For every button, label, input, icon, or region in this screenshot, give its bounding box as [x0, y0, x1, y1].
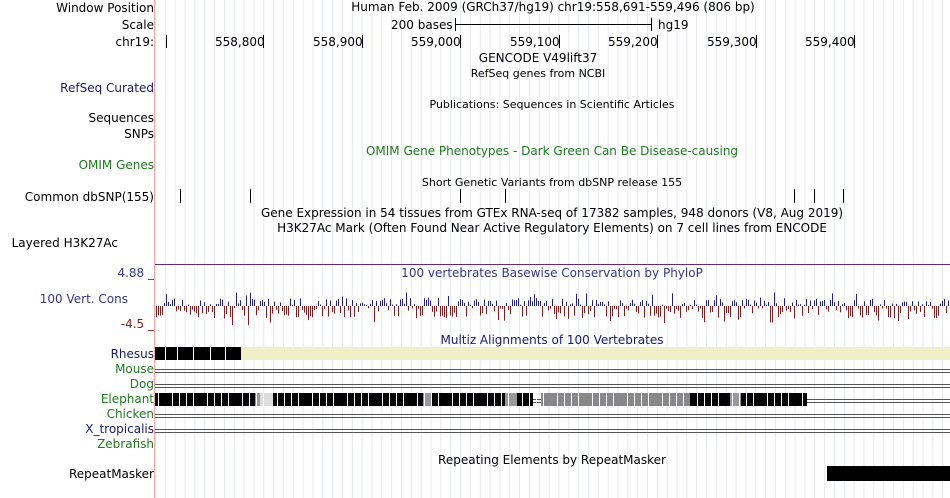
elephant-aligned-block — [690, 393, 730, 406]
elephant-aligned-block — [255, 393, 260, 406]
ruler-tick-label: 559,100 — [510, 35, 560, 49]
gtex-track-title[interactable]: Gene Expression in 54 tissues from GTEx … — [261, 207, 843, 220]
track-label-panel: Window Position Scale chr19: RefSeq Cura… — [0, 0, 154, 498]
sequences-track-label[interactable]: Sequences — [89, 111, 154, 125]
ruler-tick-label: 559,300 — [707, 35, 757, 49]
repeat-element-block — [827, 466, 950, 481]
phylop-track-label[interactable]: 100 Vert. Cons — [40, 292, 128, 306]
repeatmasker-track-title[interactable]: Repeating Elements by RepeatMasker — [438, 454, 666, 467]
phylop-track-title[interactable]: 100 vertebrates Basewise Conservation by… — [401, 267, 703, 280]
assembly-position-text: Human Feb. 2009 (GRCh37/hg19) chr19:558,… — [351, 0, 755, 14]
elephant-aligned-block — [541, 393, 690, 406]
scale-db-text: hg19 — [658, 18, 689, 32]
elephant-aligned-block — [517, 393, 533, 406]
elephant-aligned-block — [767, 393, 807, 406]
dbsnp-track-label[interactable]: Common dbSNP(155) — [25, 190, 154, 204]
species-label-xtropicalis[interactable]: X_tropicalis — [85, 422, 154, 436]
rhesus-aligned-block — [155, 347, 241, 360]
elephant-aligned-block — [260, 393, 273, 406]
gencode-track-title[interactable]: GENCODE V49lift37 — [479, 52, 597, 65]
omim-track-title[interactable]: OMIM Gene Phenotypes - Dark Green Can Be… — [366, 145, 738, 158]
refseq-track-title[interactable]: RefSeq genes from NCBI — [471, 67, 606, 80]
species-label-chicken[interactable]: Chicken — [107, 407, 154, 421]
h3k27ac-track-label[interactable]: Layered H3K27Ac — [12, 236, 118, 250]
multiz-track-title[interactable]: Multiz Alignments of 100 Vertebrates — [440, 334, 663, 347]
chrom-label: chr19: — [115, 35, 154, 49]
ruler-tick-label: 559,000 — [411, 35, 461, 49]
scale-bar-text: 200 bases — [391, 18, 453, 32]
species-label-zebrafish[interactable]: Zebrafish — [97, 437, 154, 451]
h3k27ac-track-title[interactable]: H3K27Ac Mark (Often Found Near Active Re… — [277, 222, 827, 235]
phylop-min-label: -4.5 _ — [120, 317, 154, 331]
rhesus-unaligned-region — [241, 347, 950, 360]
snps-track-label[interactable]: SNPs — [124, 127, 154, 141]
species-label-dog[interactable]: Dog — [130, 377, 154, 391]
ruler-tick-label: 559,200 — [608, 35, 658, 49]
elephant-aligned-block — [273, 393, 279, 406]
species-label-elephant[interactable]: Elephant — [101, 392, 154, 406]
phylop-max-label: 4.88 _ — [117, 266, 154, 280]
elephant-aligned-block — [155, 393, 255, 406]
track-display-area[interactable]: Human Feb. 2009 (GRCh37/hg19) chr19:558,… — [155, 0, 950, 498]
publications-track-title[interactable]: Publications: Sequences in Scientific Ar… — [430, 98, 675, 111]
ruler-tick-label: 558,900 — [313, 35, 363, 49]
ruler-tick-label: 558,800 — [215, 35, 265, 49]
species-label-mouse[interactable]: Mouse — [115, 362, 154, 376]
elephant-aligned-block — [431, 393, 505, 406]
repeatmasker-track-label[interactable]: RepeatMasker — [69, 467, 154, 481]
ruler-tick-label: 559,400 — [805, 35, 855, 49]
omim-track-label[interactable]: OMIM Genes — [79, 158, 154, 172]
dbsnp-track-title[interactable]: Short Genetic Variants from dbSNP releas… — [422, 176, 682, 189]
elephant-aligned-block — [505, 393, 517, 406]
scale-label: Scale — [121, 18, 154, 32]
elephant-aligned-block — [279, 393, 423, 406]
refseq-track-label[interactable]: RefSeq Curated — [60, 81, 154, 95]
species-label-rhesus[interactable]: Rhesus — [111, 347, 154, 361]
window-position-label: Window Position — [56, 1, 154, 15]
